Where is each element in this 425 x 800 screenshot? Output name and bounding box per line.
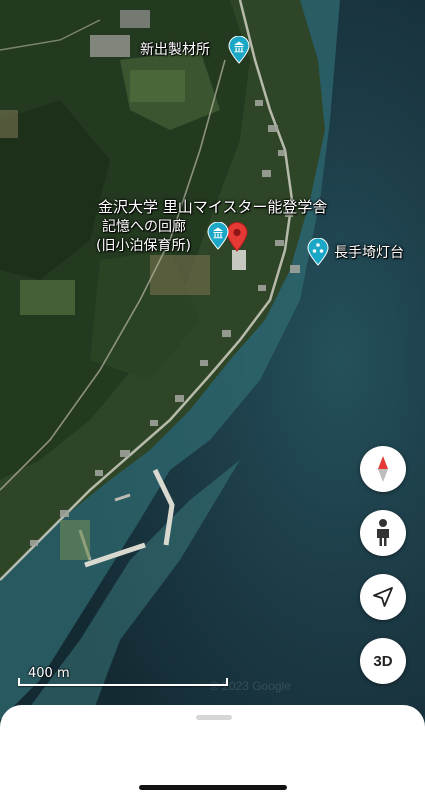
pegman-icon [377,519,389,546]
my-location-button[interactable] [360,574,406,620]
museum-pin[interactable] [207,222,229,250]
scale-bar: 400 m [18,666,228,686]
lighthouse-pin[interactable] [307,238,329,266]
museum-pin[interactable] [228,36,250,64]
compass-icon [378,456,388,482]
compass-button[interactable] [360,446,406,492]
navigation-arrow-icon [373,587,393,607]
place-label[interactable]: 新出製材所 [140,41,210,59]
place-label[interactable]: 金沢大学 里山マイスター能登学舎 [98,198,327,217]
sheet-drag-handle[interactable] [196,715,232,720]
museum-icon [207,222,229,250]
satellite-imagery: © 2023 Google [0,0,425,720]
museum-icon [228,36,250,64]
place-label[interactable]: 長手埼灯台 [334,244,404,262]
selected-location-pin[interactable] [226,222,248,252]
scale-line [18,678,228,686]
lighthouse-icon [307,238,329,266]
view-3d-button[interactable]: 3D [360,638,406,684]
home-indicator [139,785,287,790]
location-pin-icon [226,222,248,252]
bottom-sheet[interactable] [0,705,425,800]
view-3d-label: 3D [373,652,393,670]
street-view-button[interactable] [360,510,406,556]
place-label[interactable]: (旧小泊保育所) [96,237,191,255]
place-label[interactable]: 記憶への回廊 [102,218,186,236]
satellite-map[interactable]: © 2023 Google 新出製材所 金沢大学 里山マイスター能登学舎 記憶へ… [0,0,425,720]
